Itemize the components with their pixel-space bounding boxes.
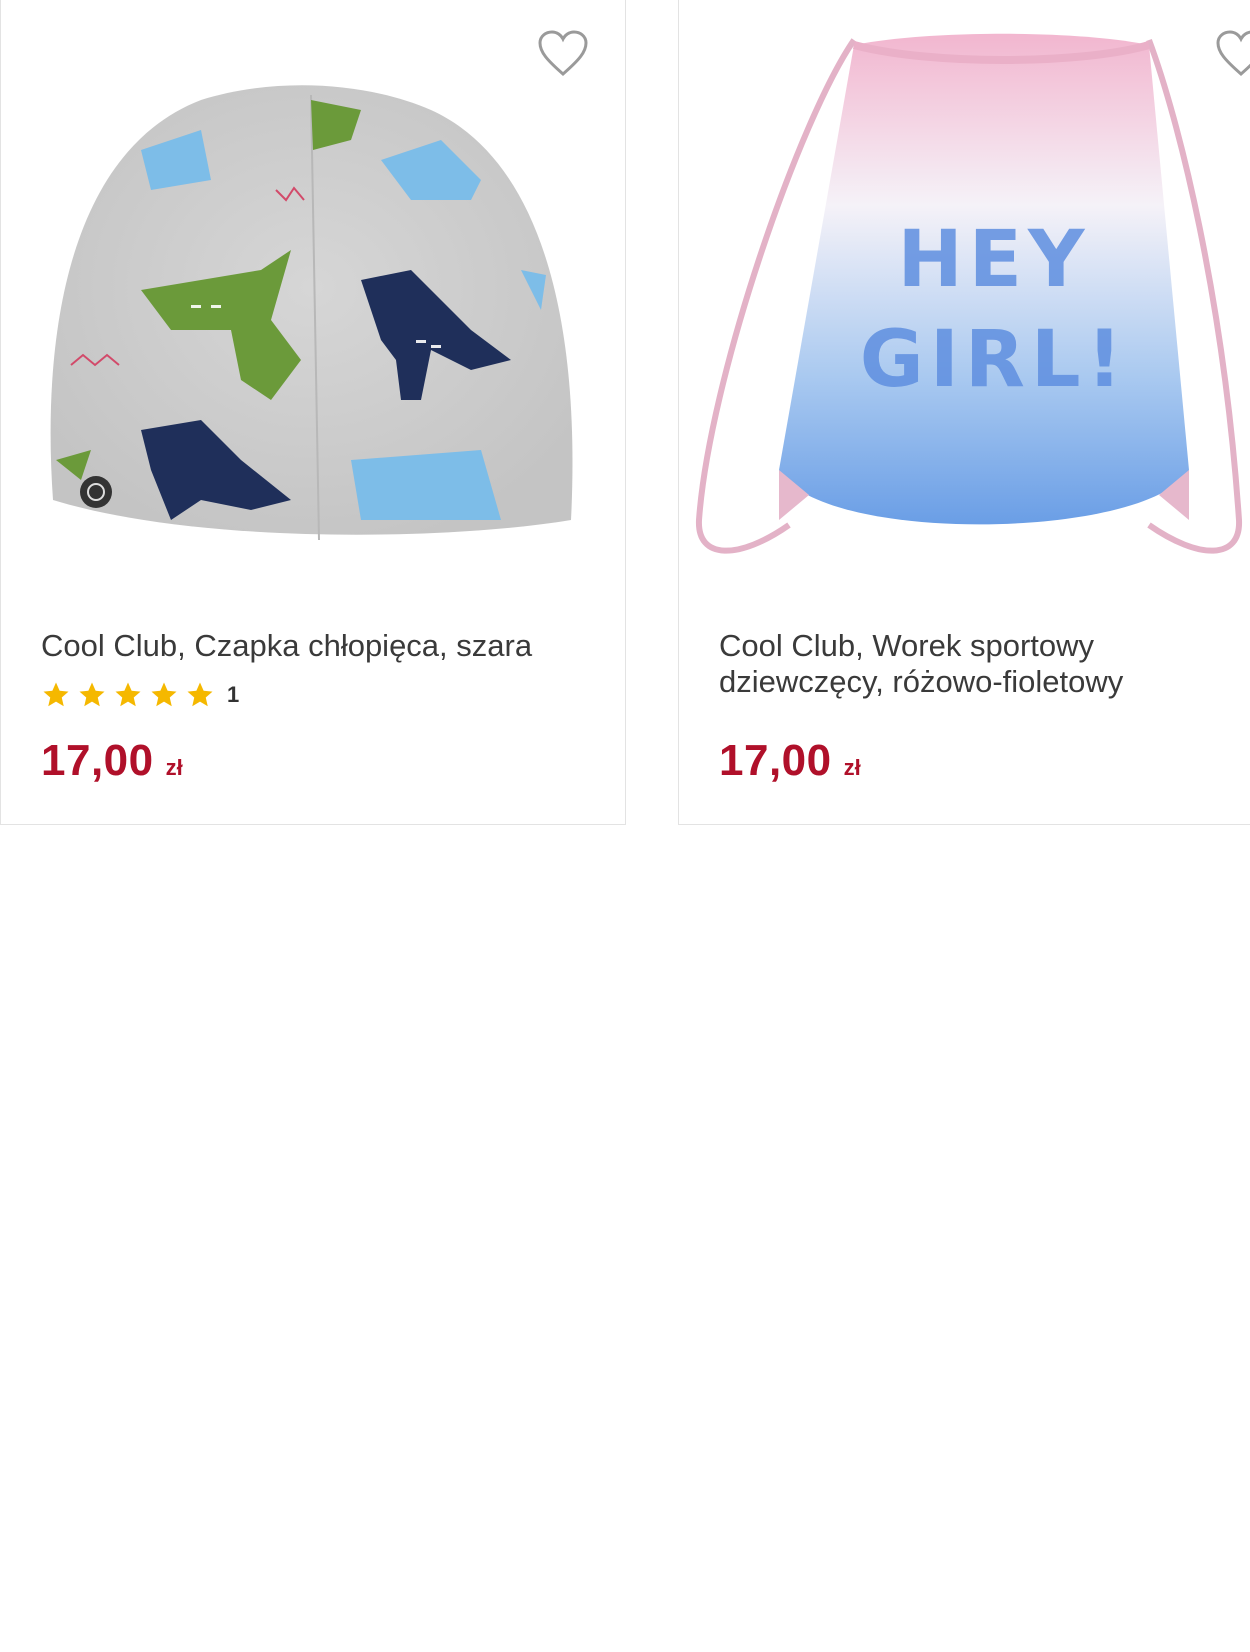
dinosaur-beanie-image [50,85,573,541]
favorite-heart-icon[interactable] [537,30,589,78]
star-icon [187,682,213,707]
star-icon [151,682,177,707]
bag-print-text: HEY GIRL! [859,215,1129,405]
product-image[interactable] [1,0,625,590]
product-card[interactable]: HEY GIRL! Cool Club, Worek sportowy dzie… [678,0,1250,825]
product-title[interactable]: Cool Club, Worek sportowy dziewczęcy, ró… [719,628,1250,700]
product-title[interactable]: Cool Club, Czapka chłopięca, szara [41,628,581,664]
product-grid: Cool Club, Czapka chłopięca, szara 1 17,… [0,0,1250,1652]
product-image[interactable]: HEY GIRL! [679,0,1250,590]
star-icon [115,682,141,707]
price-currency: zł [165,755,183,780]
product-card[interactable]: Cool Club, Czapka chłopięca, szara 1 17,… [0,0,626,825]
rating-count: 1 [227,682,240,707]
product-price: 17,00 zł [719,736,861,786]
price-amount: 17,00 [719,736,832,785]
price-amount: 17,00 [41,736,154,785]
star-icon [79,682,105,707]
price-currency: zł [843,755,861,780]
product-rating: 1 [41,678,239,712]
favorite-heart-icon[interactable] [1215,30,1250,78]
product-price: 17,00 zł [41,736,183,786]
star-icon [43,682,69,707]
